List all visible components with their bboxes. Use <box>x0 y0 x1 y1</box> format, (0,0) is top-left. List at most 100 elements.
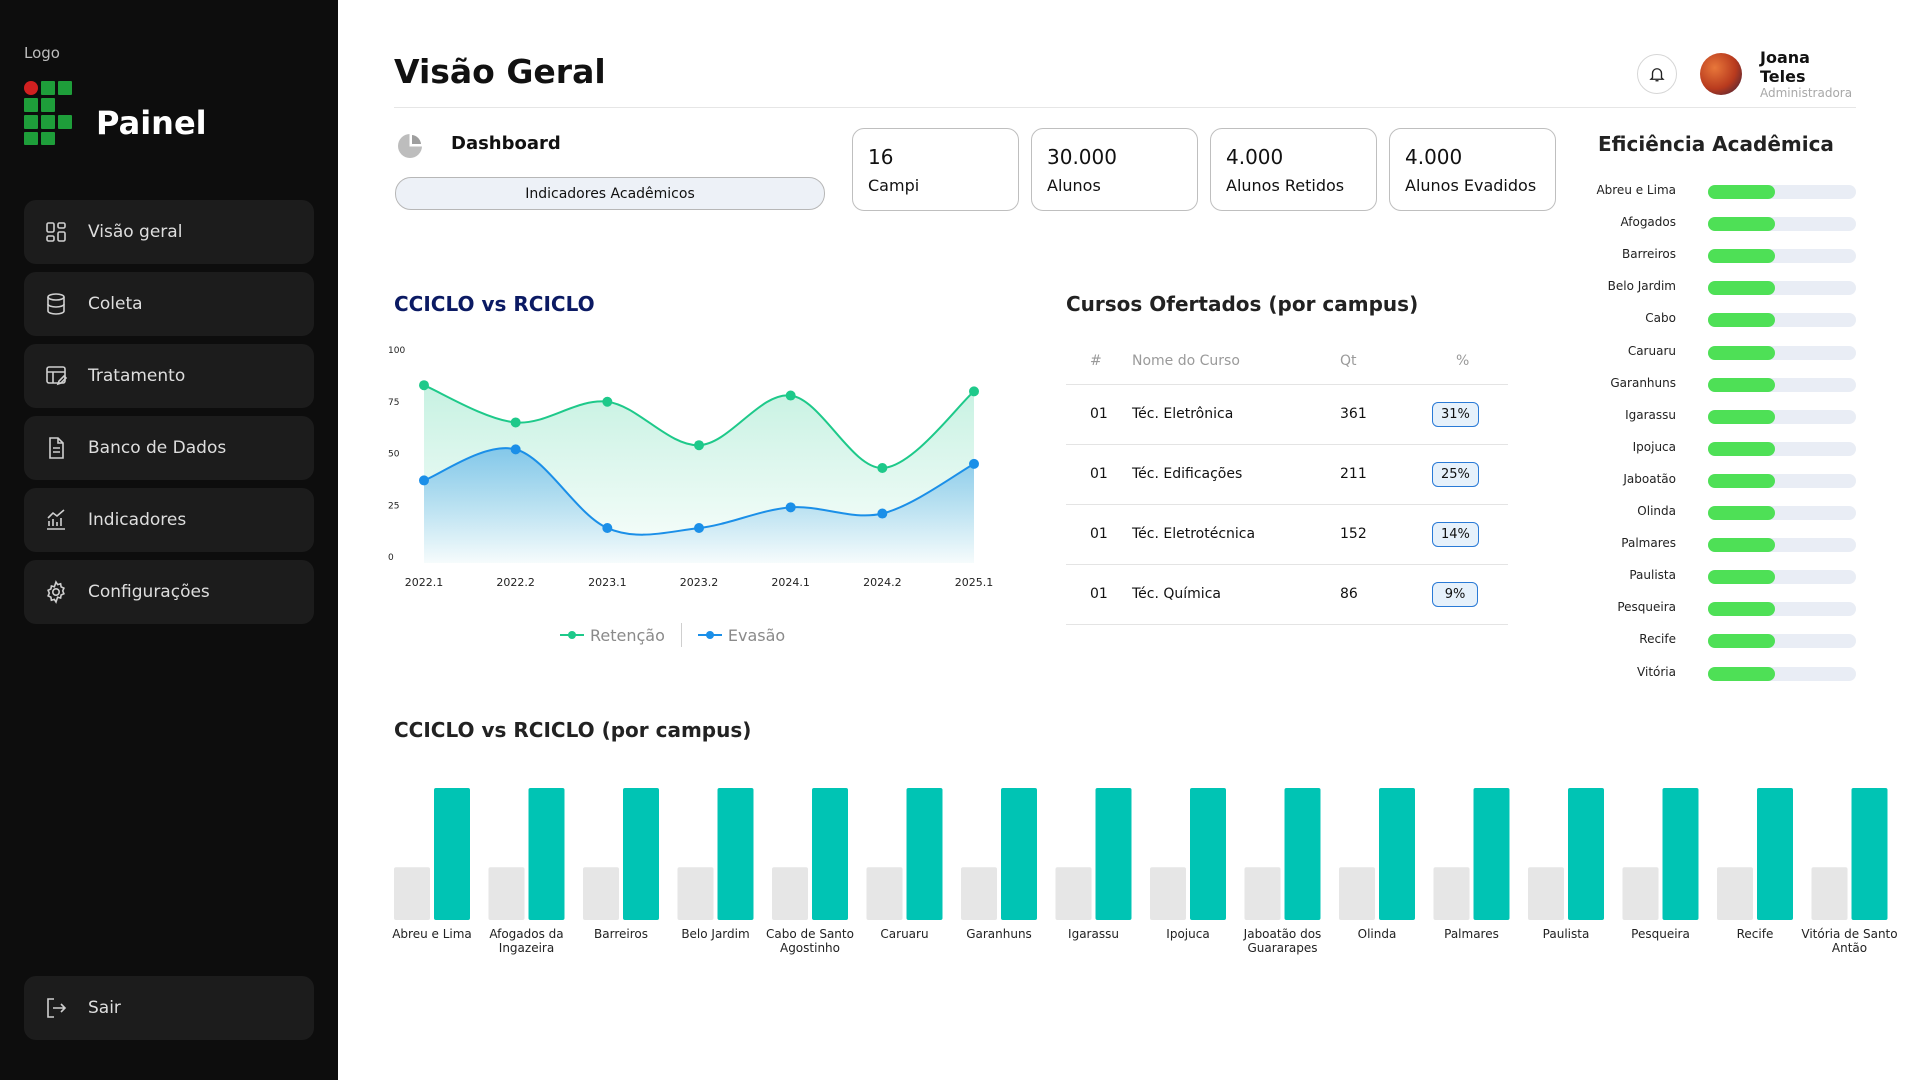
bar[interactable] <box>528 788 565 920</box>
nav-item-tratamento[interactable]: Tratamento <box>24 344 314 408</box>
cell-qt: 211 <box>1340 444 1432 505</box>
efficiency-campus-label: Vitória <box>1637 664 1676 679</box>
data-point[interactable] <box>694 523 704 534</box>
bar[interactable] <box>394 867 430 920</box>
efficiency-campus-label: Caruaru <box>1627 343 1676 358</box>
stat-label: Alunos <box>1047 176 1101 195</box>
efficiency-campus-label: Pesqueira <box>1617 600 1676 615</box>
bar[interactable] <box>1662 788 1699 920</box>
bar[interactable] <box>1811 867 1848 920</box>
cell-course-name: Téc. Eletrônica <box>1132 384 1340 445</box>
bar[interactable] <box>623 788 659 920</box>
efficiency-row: Palmares <box>1560 535 1856 553</box>
bar[interactable] <box>1339 867 1375 920</box>
bar[interactable] <box>1190 788 1226 920</box>
bar[interactable] <box>1379 788 1415 920</box>
bell-icon <box>1649 68 1665 82</box>
bar[interactable] <box>1568 788 1604 920</box>
efficiency-row: Pesqueira <box>1560 599 1856 617</box>
table-row[interactable]: 01 Téc. Edificações 211 25% <box>1066 444 1508 505</box>
efficiency-bar <box>1708 185 1775 199</box>
logout-button[interactable]: Sair <box>24 976 314 1040</box>
x-tick-label: 2022.1 <box>405 576 444 589</box>
cell-course-name: Téc. Eletrotécnica <box>1132 504 1340 565</box>
table-row[interactable]: 01 Téc. Eletrotécnica 152 14% <box>1066 504 1508 565</box>
nav-item-configuracoes[interactable]: Configurações <box>24 560 314 624</box>
x-tick-label: Cabo de Santo Agostinho <box>766 927 854 955</box>
notifications-button[interactable] <box>1637 54 1677 94</box>
bar[interactable] <box>1433 867 1470 920</box>
table-row[interactable]: 01 Téc. Química 86 9% <box>1066 564 1508 625</box>
bar[interactable] <box>1528 867 1564 920</box>
data-point[interactable] <box>419 380 429 391</box>
bar[interactable] <box>1473 788 1510 920</box>
gear-icon <box>47 580 65 604</box>
efficiency-bar <box>1708 313 1775 328</box>
data-point[interactable] <box>877 508 888 519</box>
indicators-tab[interactable]: Indicadores Acadêmicos <box>395 177 825 210</box>
logo-caption: Logo <box>24 44 60 62</box>
nav-item-visao-geral[interactable]: Visão geral <box>24 200 314 264</box>
bar[interactable] <box>1001 788 1037 920</box>
bar[interactable] <box>1244 867 1281 920</box>
x-tick-label: Jaboatão dos Guararapes <box>1243 927 1322 955</box>
bar[interactable] <box>772 867 808 920</box>
data-point[interactable] <box>694 440 704 451</box>
y-tick-label: 0 <box>388 553 394 563</box>
bar[interactable] <box>583 867 619 920</box>
table-row[interactable]: 01 Téc. Eletrônica 361 31% <box>1066 384 1508 445</box>
bar[interactable] <box>1851 788 1888 920</box>
bar[interactable] <box>1622 867 1659 920</box>
legend-marker-icon <box>697 631 722 639</box>
bar[interactable] <box>812 788 848 920</box>
data-point[interactable] <box>510 444 521 455</box>
bar[interactable] <box>677 867 714 920</box>
avatar[interactable] <box>1700 53 1742 95</box>
nav-item-label: Tratamento <box>88 366 186 386</box>
cell-course-name: Téc. Edificações <box>1132 444 1340 505</box>
data-point[interactable] <box>602 396 613 407</box>
nav-item-coleta[interactable]: Coleta <box>24 272 314 336</box>
data-point[interactable] <box>419 475 429 486</box>
data-point[interactable] <box>785 502 796 513</box>
bar[interactable] <box>1717 867 1753 920</box>
x-tick-label: Barreiros <box>594 927 648 941</box>
efficiency-bar <box>1708 506 1775 520</box>
bar[interactable] <box>1095 788 1132 920</box>
data-point[interactable] <box>510 417 521 428</box>
stat-card-alunos: 30.000 Alunos <box>1031 128 1198 211</box>
column-header-pct: % <box>1432 338 1508 385</box>
x-tick-label: Afogados da Ingazeira <box>489 927 563 955</box>
bar[interactable] <box>434 788 470 920</box>
stat-card-campi: 16 Campi <box>852 128 1019 211</box>
data-point[interactable] <box>969 458 979 469</box>
legend-item-evasao[interactable]: Evasão <box>697 626 785 645</box>
grid-icon <box>46 222 66 242</box>
bar[interactable] <box>866 867 903 920</box>
data-point[interactable] <box>969 386 979 397</box>
efficiency-row: Paulista <box>1560 567 1856 585</box>
x-tick-label: 2023.2 <box>680 576 719 589</box>
nav-item-banco-de-dados[interactable]: Banco de Dados <box>24 416 314 480</box>
efficiency-track <box>1708 634 1856 649</box>
bar[interactable] <box>1757 788 1793 920</box>
bar[interactable] <box>1150 867 1186 920</box>
bar[interactable] <box>961 867 997 920</box>
bar[interactable] <box>1055 867 1092 920</box>
x-tick-label: 2022.2 <box>496 576 535 589</box>
legend-item-retencao[interactable]: Retenção <box>560 626 665 645</box>
bar[interactable] <box>717 788 754 920</box>
bar[interactable] <box>1284 788 1321 920</box>
courses-table-title: Cursos Ofertados (por campus) <box>1066 292 1419 316</box>
efficiency-track <box>1708 538 1856 553</box>
x-tick-label: Palmares <box>1444 927 1499 941</box>
bar[interactable] <box>488 867 525 920</box>
document-icon <box>49 437 64 459</box>
efficiency-bar <box>1708 666 1775 681</box>
data-point[interactable] <box>785 390 796 401</box>
data-point[interactable] <box>602 523 613 534</box>
bar[interactable] <box>906 788 943 920</box>
nav-item-indicadores[interactable]: Indicadores <box>24 488 314 552</box>
cell-qt: 86 <box>1340 564 1432 625</box>
data-point[interactable] <box>877 462 888 473</box>
